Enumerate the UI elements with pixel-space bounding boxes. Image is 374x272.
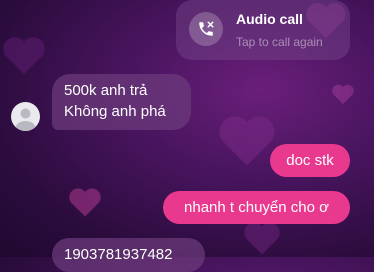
outgoing-message[interactable]: doc stk [270,144,350,177]
call-again-hint: Tap to call again [236,35,323,49]
message-text: doc stk [286,152,334,169]
heart-decoration-icon [331,82,355,106]
message-text: nhanh t chuyển cho ơ [184,199,329,216]
avatar[interactable] [11,102,40,131]
incoming-message[interactable]: 1903781937482 [52,238,205,272]
call-title: Audio call [236,11,303,27]
message-text: 1903781937482 [64,246,173,263]
audio-call-card[interactable]: Audio call Tap to call again [176,0,350,60]
heart-decoration-icon [0,34,48,76]
missed-call-phone-icon [189,12,223,46]
outgoing-message[interactable]: nhanh t chuyển cho ơ [163,191,350,224]
message-text: Không anh phá [64,103,166,120]
incoming-message[interactable]: 500k anh trả Không anh phá [52,74,191,130]
heart-decoration-icon [240,220,284,256]
message-text: 500k anh trả [64,82,148,99]
heart-decoration-icon [66,186,104,218]
